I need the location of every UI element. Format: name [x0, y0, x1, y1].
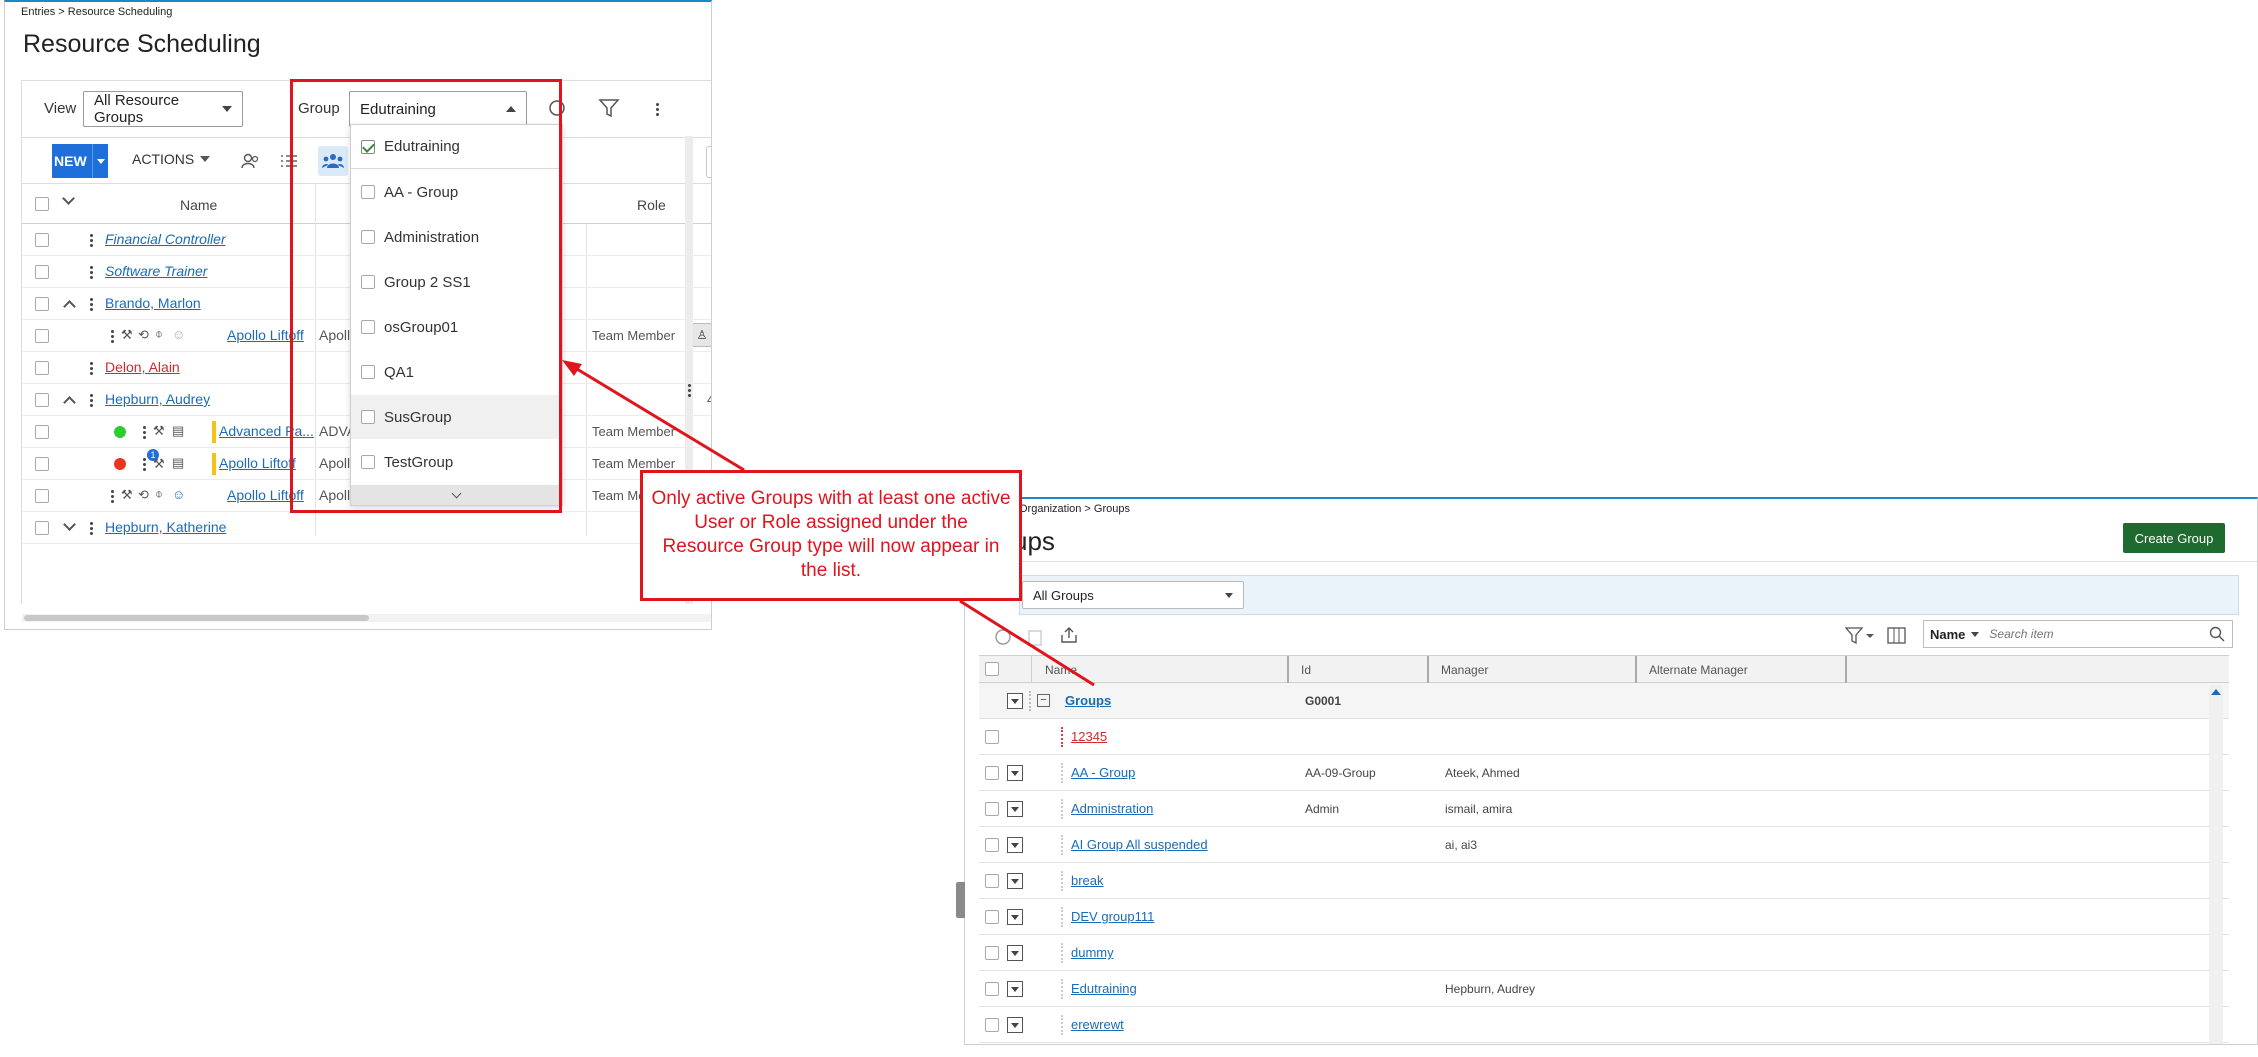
arrow-head	[562, 360, 582, 376]
annotation-arrow-to-dropdown	[571, 364, 745, 472]
annotation-arrows	[562, 360, 1095, 687]
annotation-callout: Only active Groups with at least one act…	[640, 470, 1022, 601]
annotation-arrow-to-groups	[959, 599, 1095, 687]
callout-text: Only active Groups with at least one act…	[651, 488, 1011, 581]
